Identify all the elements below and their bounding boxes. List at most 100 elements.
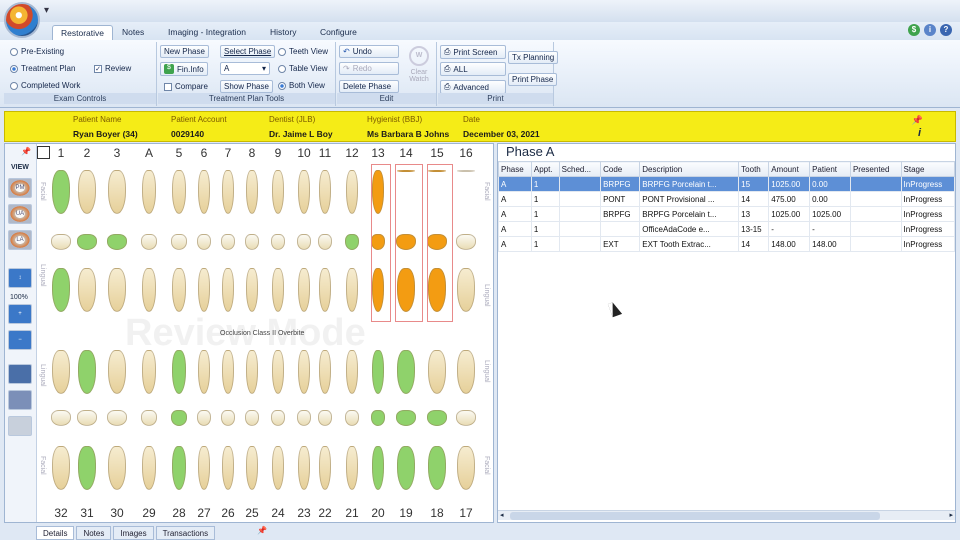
tab-restorative[interactable]: Restorative bbox=[52, 25, 113, 40]
tab-notes[interactable]: Notes bbox=[114, 25, 152, 40]
redo-button[interactable]: ↷ Redo bbox=[339, 62, 399, 75]
view-la-button[interactable]: LA bbox=[8, 230, 32, 250]
table-row[interactable]: A 1 EXT EXT Tooth Extrac... 14 148.00 148.00 In… bbox=[498, 236, 956, 252]
lower-occlusal-tooth[interactable] bbox=[245, 410, 259, 426]
lower-occlusal-tooth[interactable] bbox=[427, 410, 447, 426]
zoom-in-button[interactable]: + bbox=[8, 304, 32, 324]
upper-lingual-tooth[interactable] bbox=[457, 268, 475, 312]
horizontal-scrollbar[interactable]: ◂ ▸ bbox=[498, 510, 955, 520]
table-row[interactable]: A 1 OfficeAdaCode e... 13-15- - InProgress bbox=[498, 221, 956, 237]
table-row[interactable]: A 1 BRPFG BRPFG Porcelain t... 13 1025.00 1025… bbox=[498, 206, 956, 222]
column-header[interactable]: Stage bbox=[900, 161, 956, 177]
upper-facial-tooth[interactable] bbox=[172, 170, 186, 214]
lower-facial-tooth[interactable] bbox=[198, 446, 210, 490]
table-row[interactable]: A 1 BRPFG BRPFG Porcelain t... 15 1025.00 0.00… bbox=[498, 176, 956, 192]
upper-lingual-tooth[interactable] bbox=[222, 268, 234, 312]
lower-facial-tooth[interactable] bbox=[428, 446, 446, 490]
lower-occlusal-tooth[interactable] bbox=[141, 410, 157, 426]
lower-occlusal-tooth[interactable] bbox=[221, 410, 235, 426]
lower-lingual-tooth[interactable] bbox=[52, 350, 70, 394]
upper-occlusal-tooth[interactable] bbox=[141, 234, 157, 250]
upper-facial-tooth[interactable] bbox=[457, 170, 475, 172]
lower-lingual-tooth[interactable] bbox=[246, 350, 258, 394]
lower-tooth-number[interactable]: 26 bbox=[219, 506, 237, 520]
upper-tooth-number[interactable]: 15 bbox=[428, 146, 446, 160]
table-view-radio[interactable]: Table View bbox=[278, 64, 328, 73]
upper-tooth-number[interactable]: 2 bbox=[78, 146, 96, 160]
upper-occlusal-tooth[interactable] bbox=[77, 234, 97, 250]
lower-lingual-tooth[interactable] bbox=[428, 350, 446, 394]
upper-facial-tooth[interactable] bbox=[222, 170, 234, 214]
lower-lingual-tooth[interactable] bbox=[78, 350, 96, 394]
print-phase-button[interactable]: Print Phase bbox=[508, 73, 558, 86]
lower-occlusal-tooth[interactable] bbox=[107, 410, 127, 426]
upper-occlusal-tooth[interactable] bbox=[271, 234, 285, 250]
lower-facial-tooth[interactable] bbox=[372, 446, 384, 490]
lower-lingual-tooth[interactable] bbox=[142, 350, 156, 394]
upper-occlusal-tooth[interactable] bbox=[171, 234, 187, 250]
column-header[interactable]: Description bbox=[639, 161, 740, 177]
info-icon[interactable]: i bbox=[924, 24, 936, 36]
lower-lingual-tooth[interactable] bbox=[397, 350, 415, 394]
upper-tooth-number[interactable]: 16 bbox=[457, 146, 475, 160]
upper-occlusal-tooth[interactable] bbox=[245, 234, 259, 250]
upper-tooth-number[interactable]: 14 bbox=[397, 146, 415, 160]
lower-occlusal-tooth[interactable] bbox=[271, 410, 285, 426]
column-header[interactable]: Presented bbox=[849, 161, 902, 177]
upper-occlusal-tooth[interactable] bbox=[197, 234, 211, 250]
lower-occlusal-tooth[interactable] bbox=[51, 410, 71, 426]
lower-occlusal-tooth[interactable] bbox=[456, 410, 476, 426]
column-header[interactable]: Phase bbox=[498, 161, 532, 177]
lower-lingual-tooth[interactable] bbox=[172, 350, 186, 394]
lower-lingual-tooth[interactable] bbox=[108, 350, 126, 394]
lower-tooth-number[interactable]: 20 bbox=[369, 506, 387, 520]
lower-tooth-number[interactable]: 18 bbox=[428, 506, 446, 520]
lower-facial-tooth[interactable] bbox=[222, 446, 234, 490]
new-phase-button[interactable]: New Phase bbox=[160, 45, 209, 58]
app-menu-orb-icon[interactable] bbox=[4, 2, 40, 38]
lower-tooth-number[interactable]: 29 bbox=[140, 506, 158, 520]
upper-tooth-number[interactable]: 8 bbox=[243, 146, 261, 160]
column-header[interactable]: Tooth bbox=[738, 161, 770, 177]
tab-configure[interactable]: Configure bbox=[312, 25, 365, 40]
upper-lingual-tooth[interactable] bbox=[142, 268, 156, 312]
upper-facial-tooth[interactable] bbox=[198, 170, 210, 214]
pin-icon[interactable]: 📌 bbox=[257, 526, 267, 540]
lower-lingual-tooth[interactable] bbox=[346, 350, 358, 394]
tab-details[interactable]: Details bbox=[36, 526, 75, 540]
selected-tooth-14[interactable] bbox=[395, 164, 423, 322]
lower-tooth-number[interactable]: 27 bbox=[195, 506, 213, 520]
upper-facial-tooth[interactable] bbox=[108, 170, 126, 214]
table-row[interactable]: A 1 PONT PONT Provisional ... 14 475.00 0.00 In… bbox=[498, 191, 956, 207]
upper-tooth-number[interactable]: 13 bbox=[369, 146, 387, 160]
lower-lingual-tooth[interactable] bbox=[272, 350, 284, 394]
upper-tooth-number[interactable]: 5 bbox=[170, 146, 188, 160]
scroll-left-icon[interactable]: ◂ bbox=[500, 511, 504, 519]
lower-facial-tooth[interactable] bbox=[457, 446, 475, 490]
tab-images[interactable]: Images bbox=[113, 526, 154, 540]
lower-tooth-number[interactable]: 31 bbox=[78, 506, 96, 520]
teeth-view-radio[interactable]: Teeth View bbox=[278, 47, 328, 56]
display-mode-button[interactable] bbox=[8, 364, 32, 384]
upper-occlusal-tooth[interactable] bbox=[345, 234, 359, 250]
both-view-radio[interactable]: Both View bbox=[278, 81, 325, 90]
view-ua-button[interactable]: UA bbox=[8, 204, 32, 224]
sort-az-button[interactable]: ↕ bbox=[8, 268, 32, 288]
view-pm-button[interactable]: PM bbox=[8, 178, 32, 198]
pre-existing-radio[interactable]: Pre-Existing bbox=[10, 47, 64, 56]
lower-facial-tooth[interactable] bbox=[346, 446, 358, 490]
upper-tooth-number[interactable]: 1 bbox=[52, 146, 70, 160]
upper-tooth-number[interactable]: 3 bbox=[108, 146, 126, 160]
upper-occlusal-tooth[interactable] bbox=[51, 234, 71, 250]
lower-lingual-tooth[interactable] bbox=[319, 350, 331, 394]
upper-tooth-number[interactable]: 11 bbox=[316, 146, 334, 160]
upper-tooth-number[interactable]: A bbox=[140, 146, 158, 160]
fin-info-button[interactable]: $ Fin.Info bbox=[160, 62, 208, 76]
clear-watch-button[interactable]: W Clear Watch bbox=[405, 46, 433, 83]
upper-lingual-tooth[interactable] bbox=[272, 268, 284, 312]
upper-facial-tooth[interactable] bbox=[298, 170, 310, 214]
select-phase-button[interactable]: Select Phase bbox=[220, 45, 276, 58]
upper-tooth-number[interactable]: 7 bbox=[219, 146, 237, 160]
upper-lingual-tooth[interactable] bbox=[108, 268, 126, 312]
lower-tooth-number[interactable]: 19 bbox=[397, 506, 415, 520]
